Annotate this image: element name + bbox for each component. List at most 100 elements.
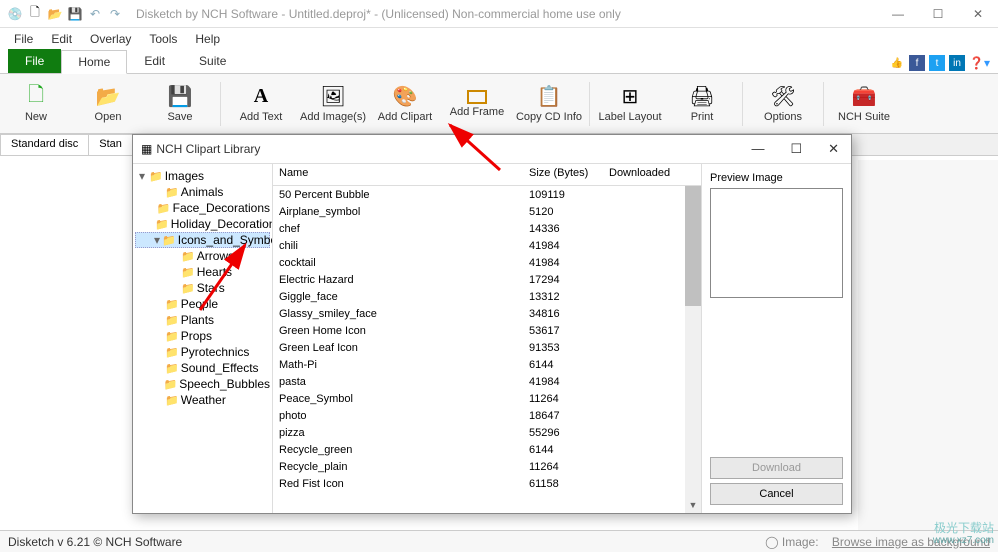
list-item[interactable]: Recycle_green6144 xyxy=(273,441,701,458)
folder-icon xyxy=(164,377,178,391)
dialog-titlebar[interactable]: ▦ NCH Clipart Library — ☐ ✕ xyxy=(133,135,851,163)
help-dropdown-icon[interactable]: ❓▾ xyxy=(969,56,990,70)
list-item[interactable]: Giggle_face13312 xyxy=(273,288,701,305)
titlebar: 💿 🗋 📂 💾 ↶ ↷ Disketch by NCH Software - U… xyxy=(0,0,998,28)
open-button[interactable]: 📂Open xyxy=(72,76,144,132)
preview-label: Preview Image xyxy=(710,172,843,184)
list-item[interactable]: Green Home Icon53617 xyxy=(273,322,701,339)
cancel-button[interactable]: Cancel xyxy=(710,483,843,505)
linkedin-icon[interactable]: in xyxy=(949,55,965,71)
list-item[interactable]: Green Leaf Icon91353 xyxy=(273,339,701,356)
tree-item-holiday_decorations[interactable]: Holiday_Decorations xyxy=(135,216,270,232)
list-item[interactable]: cocktail41984 xyxy=(273,254,701,271)
close-button[interactable]: ✕ xyxy=(958,0,998,28)
list-item[interactable]: 50 Percent Bubble109119 xyxy=(273,186,701,203)
print-icon: 🖨 xyxy=(690,85,714,109)
like-icon[interactable]: 👍 xyxy=(889,55,905,71)
menubar: File Edit Overlay Tools Help xyxy=(0,28,998,50)
folder-icon xyxy=(149,169,163,183)
list-header: Name Size (Bytes) Downloaded xyxy=(273,164,701,186)
minimize-button[interactable]: — xyxy=(878,0,918,28)
layout-icon: ⊞ xyxy=(618,85,642,109)
options-button[interactable]: 🛠Options xyxy=(747,76,819,132)
undo-icon[interactable]: ↶ xyxy=(86,5,104,23)
tree-item-stars[interactable]: Stars xyxy=(135,280,270,296)
tab-home[interactable]: Home xyxy=(61,50,127,74)
scroll-down-icon[interactable]: ▼ xyxy=(685,497,701,513)
scrollbar-thumb[interactable] xyxy=(685,186,701,306)
tab-suite[interactable]: Suite xyxy=(182,49,243,73)
tree-item-icons_and_symbols[interactable]: ▾ Icons_and_Symbols xyxy=(135,232,270,248)
tree-item-hearts[interactable]: Hearts xyxy=(135,264,270,280)
dialog-close-button[interactable]: ✕ xyxy=(824,141,843,157)
menu-tools[interactable]: Tools xyxy=(141,30,185,48)
tree-item-people[interactable]: People xyxy=(135,296,270,312)
menu-file[interactable]: File xyxy=(6,30,41,48)
dialog-app-icon: ▦ xyxy=(141,142,152,156)
clipart-icon: 🎨 xyxy=(393,85,417,109)
copy-cd-info-button[interactable]: 📋Copy CD Info xyxy=(513,76,585,132)
tab-file[interactable]: File xyxy=(8,49,61,73)
col-name[interactable]: Name xyxy=(273,164,523,185)
list-body[interactable]: ▲ ▼ 50 Percent Bubble109119Airplane_symb… xyxy=(273,186,701,513)
list-item[interactable]: Math-Pi6144 xyxy=(273,356,701,373)
menu-overlay[interactable]: Overlay xyxy=(82,30,139,48)
list-item[interactable]: Recycle_plain11264 xyxy=(273,458,701,475)
folder-icon xyxy=(165,345,179,359)
list-item[interactable]: Airplane_symbol5120 xyxy=(273,203,701,220)
ribbon-tabs: File Home Edit Suite 👍 f t in ❓▾ xyxy=(0,50,998,74)
tree-item-animals[interactable]: Animals xyxy=(135,184,270,200)
menu-edit[interactable]: Edit xyxy=(43,30,80,48)
tree-item-props[interactable]: Props xyxy=(135,328,270,344)
dialog-minimize-button[interactable]: — xyxy=(747,141,768,157)
nch-suite-button[interactable]: 🧰NCH Suite xyxy=(828,76,900,132)
new-button[interactable]: 🗋New xyxy=(0,76,72,132)
tree-item-plants[interactable]: Plants xyxy=(135,312,270,328)
folder-icon xyxy=(165,361,179,375)
menu-help[interactable]: Help xyxy=(187,30,228,48)
watermark: 极光下载站 www.xz7.com xyxy=(933,522,994,546)
folder-icon xyxy=(155,217,169,231)
list-item[interactable]: pasta41984 xyxy=(273,373,701,390)
col-size[interactable]: Size (Bytes) xyxy=(523,164,603,185)
tree-item-weather[interactable]: Weather xyxy=(135,392,270,408)
tree-item-speech_bubbles[interactable]: Speech_Bubbles xyxy=(135,376,270,392)
list-item[interactable]: Red Fist Icon61158 xyxy=(273,475,701,492)
clipart-dialog: ▦ NCH Clipart Library — ☐ ✕ ▾ Images Ani… xyxy=(132,134,852,514)
dialog-maximize-button[interactable]: ☐ xyxy=(786,141,806,157)
add-frame-button[interactable]: Add Frame xyxy=(441,76,513,132)
print-button[interactable]: 🖨Print xyxy=(666,76,738,132)
list-item[interactable]: chili41984 xyxy=(273,237,701,254)
tree-item-face_decorations[interactable]: Face_Decorations xyxy=(135,200,270,216)
image-radio-label[interactable]: ◯ Image: xyxy=(765,535,818,549)
download-button[interactable]: Download xyxy=(710,457,843,479)
add-clipart-button[interactable]: 🎨Add Clipart xyxy=(369,76,441,132)
add-images-button[interactable]: 🖼Add Image(s) xyxy=(297,76,369,132)
list-item[interactable]: Glassy_smiley_face34816 xyxy=(273,305,701,322)
twitter-icon[interactable]: t xyxy=(929,55,945,71)
tree-item-pyrotechnics[interactable]: Pyrotechnics xyxy=(135,344,270,360)
status-text: Disketch v 6.21 © NCH Software xyxy=(8,535,182,549)
new-icon[interactable]: 🗋 xyxy=(26,5,44,23)
tab-edit[interactable]: Edit xyxy=(127,49,182,73)
list-item[interactable]: pizza55296 xyxy=(273,424,701,441)
sectab-standard-disc[interactable]: Standard disc xyxy=(0,134,89,155)
list-item[interactable]: photo18647 xyxy=(273,407,701,424)
maximize-button[interactable]: ☐ xyxy=(918,0,958,28)
redo-icon[interactable]: ↷ xyxy=(106,5,124,23)
tree-item-sound_effects[interactable]: Sound_Effects xyxy=(135,360,270,376)
list-item[interactable]: chef14336 xyxy=(273,220,701,237)
label-layout-button[interactable]: ⊞Label Layout xyxy=(594,76,666,132)
add-text-button[interactable]: AAdd Text xyxy=(225,76,297,132)
col-downloaded[interactable]: Downloaded xyxy=(603,164,683,185)
tree-item-images[interactable]: ▾ Images xyxy=(135,168,270,184)
list-item[interactable]: Peace_Symbol11264 xyxy=(273,390,701,407)
list-item[interactable]: Electric Hazard17294 xyxy=(273,271,701,288)
save-icon[interactable]: 💾 xyxy=(66,5,84,23)
folder-tree[interactable]: ▾ Images Animals Face_Decorations Holida… xyxy=(133,164,273,513)
tree-item-arrows[interactable]: Arrows xyxy=(135,248,270,264)
open-icon[interactable]: 📂 xyxy=(46,5,64,23)
save-button[interactable]: 💾Save xyxy=(144,76,216,132)
facebook-icon[interactable]: f xyxy=(909,55,925,71)
sectab-stan[interactable]: Stan xyxy=(88,134,133,155)
